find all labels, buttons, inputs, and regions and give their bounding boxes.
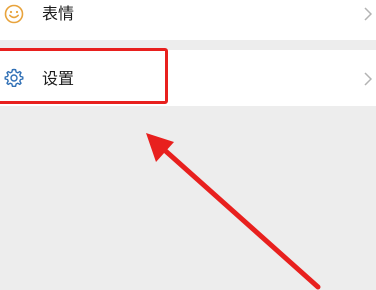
chevron-right-icon <box>364 7 372 21</box>
menu-item-emoji[interactable]: 表情 <box>0 0 376 40</box>
gear-icon <box>4 68 24 87</box>
chevron-right-icon <box>364 72 372 86</box>
smiley-icon <box>4 4 24 24</box>
menu-item-label: 设置 <box>42 69 75 88</box>
menu-item-settings[interactable]: 设置 <box>0 50 376 106</box>
annotation-arrow <box>146 133 321 290</box>
menu-item-label: 表情 <box>42 4 75 23</box>
